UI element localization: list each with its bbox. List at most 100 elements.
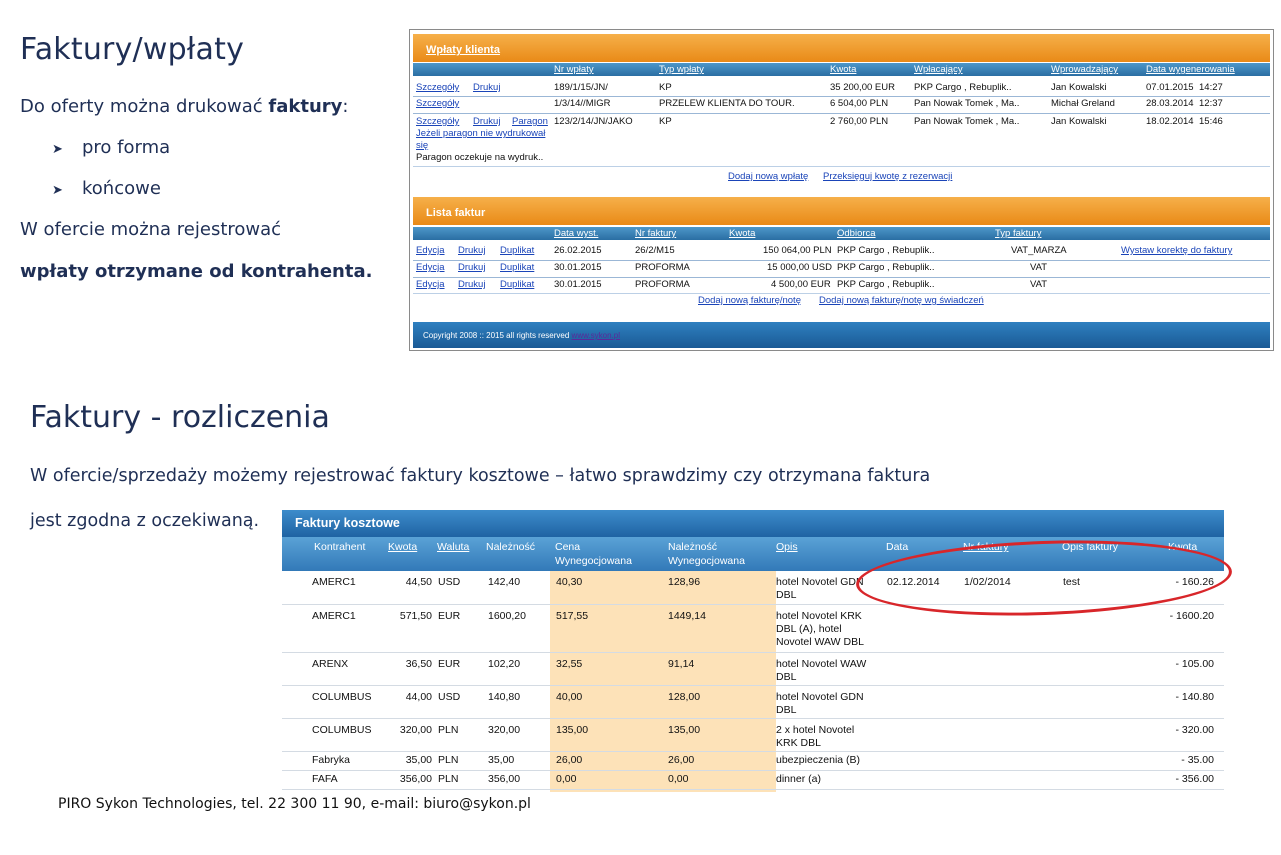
bullet-text: końcowe	[82, 178, 161, 199]
invoice-amount: 15 000,00 USD	[767, 262, 832, 273]
invoice-amount: - 140.80	[1175, 691, 1214, 703]
col-naleznosc: Należność	[486, 541, 536, 553]
row-divider	[413, 96, 1270, 97]
payments-rest: otrzymane od kontrahenta.	[88, 261, 373, 282]
payment-amount: 35 200,00 EUR	[830, 82, 895, 93]
currency: EUR	[438, 658, 461, 670]
payments-panel-header: Wpłaty klienta	[413, 34, 1270, 62]
col-waluta[interactable]: Waluta	[437, 541, 469, 554]
negotiated-due: 26,00	[668, 754, 695, 766]
print-link[interactable]: Drukuj	[458, 245, 485, 256]
rebook-amount-link[interactable]: Przeksięguj kwotę z rezerwacji	[823, 171, 952, 182]
print-link[interactable]: Drukuj	[473, 116, 500, 127]
col-cena-1: Cena	[555, 541, 581, 553]
col-wplacajacy[interactable]: Wpłacający	[914, 64, 963, 75]
amount: 35,00	[405, 754, 432, 766]
description: ubezpieczenia (B)	[776, 754, 861, 766]
print-link[interactable]: Drukuj	[458, 262, 485, 273]
generated-date: 18.02.2014	[1146, 116, 1194, 127]
invoices-table-header: Data wyst. Nr faktury Kwota Odbiorca Typ…	[413, 227, 1270, 240]
amount: 44,50	[405, 576, 432, 588]
receipt-link[interactable]: Paragon	[512, 116, 548, 127]
intro-colon: :	[342, 96, 349, 117]
invoice-amount: - 1600.20	[1169, 610, 1214, 622]
invoice-number: PROFORMA	[635, 279, 690, 290]
receipt-not-printed-link-cont[interactable]: się	[416, 140, 428, 151]
entered-by: Jan Kowalski	[1051, 82, 1107, 93]
entered-by: Jan Kowalski	[1051, 116, 1107, 127]
slide-title-settlements: Faktury - rozliczenia	[30, 400, 330, 435]
col-nr-wplaty[interactable]: Nr wpłaty	[554, 64, 594, 75]
currency: USD	[438, 691, 461, 703]
payment-amount: 2 760,00 PLN	[830, 116, 889, 127]
add-payment-link[interactable]: Dodaj nową wpłatę	[728, 171, 808, 182]
entered-by: Michał Greland	[1051, 98, 1115, 109]
bullet-item: ➤ końcowe	[52, 178, 161, 199]
invoice-amount: - 35.00	[1181, 754, 1214, 766]
negotiated-price: 40,00	[556, 691, 583, 703]
negotiated-price: 0,00	[556, 773, 577, 785]
col-kwota[interactable]: Kwota	[830, 64, 856, 75]
description: hotel Novotel GDN DBL	[776, 691, 864, 716]
add-invoice-link[interactable]: Dodaj nową fakturę/notę	[698, 295, 801, 306]
details-link[interactable]: Szczegóły	[416, 82, 459, 93]
edit-link[interactable]: Edycja	[416, 279, 445, 290]
duplicate-link[interactable]: Duplikat	[500, 245, 534, 256]
print-link[interactable]: Drukuj	[458, 279, 485, 290]
table-row: COLUMBUS 44,00 USD 140,80 40,00 128,00 h…	[282, 686, 1224, 719]
col-typ-faktury[interactable]: Typ faktury	[995, 228, 1041, 239]
col-opis[interactable]: Opis	[776, 541, 798, 554]
negotiated-price: 40,30	[556, 576, 583, 588]
col-data-wyst[interactable]: Data wyst.	[554, 228, 598, 239]
bullet-item: ➤ pro forma	[52, 137, 170, 158]
col-nal-wyn-1: Należność	[668, 541, 718, 553]
currency: USD	[438, 576, 461, 588]
issue-date: 30.01.2015	[554, 279, 602, 290]
details-link[interactable]: Szczegóły	[416, 116, 459, 127]
col-typ-wplaty[interactable]: Typ wpłaty	[659, 64, 704, 75]
col-wprowadzajacy[interactable]: Wprowadzający	[1051, 64, 1118, 75]
issue-date: 30.01.2015	[554, 262, 602, 273]
negotiated-due: 135,00	[668, 724, 701, 736]
table-bottom-divider	[413, 166, 1270, 167]
cost-invoices-paragraph: W ofercie/sprzedaży możemy rejestrować f…	[30, 466, 931, 486]
payments-paragraph: wpłaty otrzymane od kontrahenta.	[20, 261, 372, 282]
invoice-row: Edycja Drukuj Duplikat 30.01.2015 PROFOR…	[413, 262, 1270, 278]
generated-date: 28.03.2014	[1146, 98, 1194, 109]
payment-type: KP	[659, 116, 672, 127]
col-odbiorca[interactable]: Odbiorca	[837, 228, 876, 239]
edit-link[interactable]: Edycja	[416, 245, 445, 256]
invoice-amount: - 320.00	[1175, 724, 1214, 736]
duplicate-link[interactable]: Duplikat	[500, 279, 534, 290]
col-data-wygenerowania[interactable]: Data wygenerowania	[1146, 64, 1235, 75]
contractor: COLUMBUS	[312, 691, 372, 703]
print-link[interactable]: Drukuj	[473, 82, 500, 93]
col-kwota[interactable]: Kwota	[388, 541, 417, 554]
payments-invoices-screenshot: Wpłaty klienta Nr wpłaty Typ wpłaty Kwot…	[409, 29, 1274, 351]
duplicate-link[interactable]: Duplikat	[500, 262, 534, 273]
payments-bold: wpłaty	[20, 261, 89, 282]
negotiated-price: 517,55	[556, 610, 589, 622]
details-link[interactable]: Szczegóły	[416, 98, 459, 109]
receipt-not-printed-link[interactable]: Jeżeli paragon nie wydrukował	[416, 128, 545, 139]
add-invoice-by-services-link[interactable]: Dodaj nową fakturę/notę wg świadczeń	[819, 295, 984, 306]
col-nr-faktury[interactable]: Nr faktury	[635, 228, 676, 239]
register-paragraph: W ofercie można rejestrować	[20, 219, 282, 240]
col-kwota[interactable]: Kwota	[729, 228, 755, 239]
intro-paragraph: Do oferty można drukować faktury:	[20, 96, 348, 117]
issue-correction-link[interactable]: Wystaw korektę do faktury	[1121, 245, 1232, 256]
negotiated-price: 32,55	[556, 658, 583, 670]
col-nal-wyn-2: Wynegocjowana	[668, 555, 745, 567]
sykon-link[interactable]: www.sykon.pl	[572, 331, 620, 340]
slide-title-invoices-payments: Faktury/wpłaty	[20, 32, 245, 67]
invoices-panel-title: Lista faktur	[426, 207, 486, 219]
payments-panel-title[interactable]: Wpłaty klienta	[426, 44, 500, 56]
contractor: COLUMBUS	[312, 724, 372, 736]
invoice-amount: - 105.00	[1175, 658, 1214, 670]
payer: PKP Cargo , Rebuplik..	[914, 82, 1012, 93]
invoice-amount: 4 500,00 EUR	[771, 279, 831, 290]
description: hotel Novotel KRK DBL (A), hotel Novotel…	[776, 610, 864, 648]
edit-link[interactable]: Edycja	[416, 262, 445, 273]
cost-invoices-paragraph-end: jest zgodna z oczekiwaną.	[30, 511, 260, 531]
arrow-bullet-icon: ➤	[52, 142, 63, 157]
